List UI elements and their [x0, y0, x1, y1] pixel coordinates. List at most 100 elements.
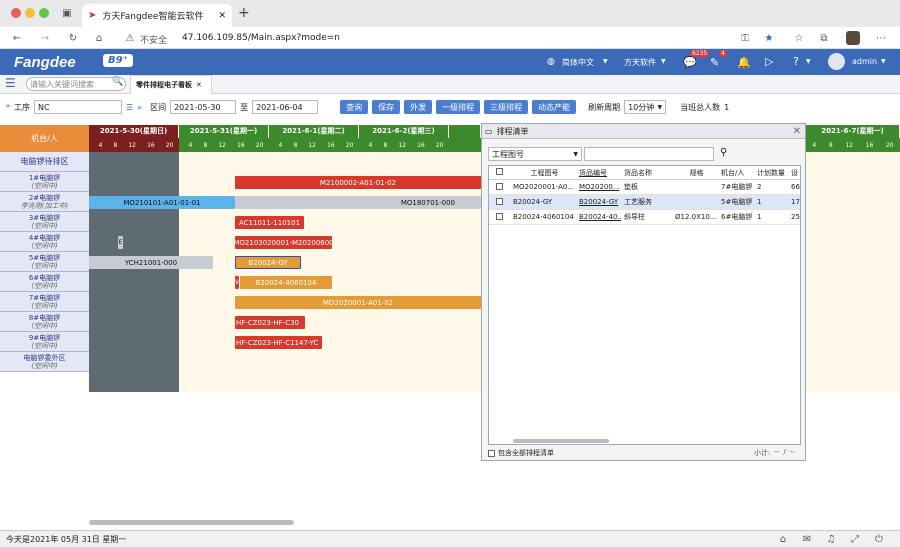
date-from-input[interactable]: 2021-05-30 [170, 100, 237, 114]
filter-select[interactable]: 工程图号 ▼ [488, 147, 582, 161]
maximize-window-dot[interactable] [39, 8, 49, 18]
dynamic-capacity-button[interactable]: 动态产能 [532, 100, 577, 114]
query-button[interactable]: 查询 [340, 100, 369, 114]
collections-icon[interactable]: ⧉ [817, 31, 831, 45]
tab-title: 方天Fangdee智能云软件 [102, 12, 204, 22]
hour-row: 4 8 12 16 20 [806, 138, 900, 152]
row-checkbox[interactable] [496, 182, 503, 190]
subtotal: 小计: -- / -- [754, 448, 795, 457]
schedule-bar[interactable]: MO2020001-A01-02 [235, 296, 481, 309]
expand-icon[interactable]: » [137, 103, 142, 112]
row-label: 2#电脑锣 李克用(加工中) [0, 192, 89, 212]
table-row[interactable]: MO2020001-A0... MO20200... 垫板 7#电脑锣 2 66… [489, 180, 800, 195]
schedule-bar[interactable]: HF-CZ023-HF-C1147-YC [235, 336, 322, 349]
window-icon: ▭ [485, 126, 493, 136]
schedule-bar[interactable]: AC11011-110101 [235, 216, 304, 229]
dialog-titlebar[interactable]: ▭ 排程清单 ✕ [482, 124, 805, 139]
schedule-bar[interactable]: MO2103020001-M20200600 [235, 236, 332, 249]
horizontal-scrollbar[interactable] [89, 520, 294, 525]
hour-row: 4 8 12 16 20 [179, 138, 269, 152]
chevron-down-icon: ▼ [657, 103, 663, 111]
help-icon[interactable]: ? [793, 55, 799, 68]
schedule-bar[interactable]: HF-CZ023-HF-C30 [235, 316, 305, 329]
row-checkbox[interactable] [496, 197, 503, 205]
row-label: 9#电脑锣 (空闲中) [0, 332, 89, 352]
filter-input[interactable] [584, 147, 714, 161]
level1-schedule-button[interactable]: 一级排程 [436, 100, 481, 114]
include-all-checkbox[interactable] [488, 449, 495, 457]
search-input[interactable]: 请输入关键词搜索 [26, 77, 126, 91]
schedule-bar[interactable]: YCH21001-000 [89, 256, 213, 269]
process-input[interactable]: NC [34, 100, 122, 114]
language-select[interactable]: 简体中文 [562, 57, 594, 68]
schedule-bar[interactable]: B20024-4060104 [240, 276, 332, 289]
schedule-bar[interactable]: M2100002-A01-01-02 [235, 176, 481, 189]
schedule-bar[interactable]: MO210101-A01-01-01 [89, 196, 235, 209]
process-label: 工序 [14, 102, 30, 112]
home-icon[interactable]: ⌂ [776, 532, 790, 546]
day-header [449, 125, 481, 138]
fullscreen-icon[interactable]: ⤢ [848, 532, 862, 546]
task-badge: 4 [719, 50, 727, 57]
row-label: 4#电脑锣 (空闲中) [0, 232, 89, 252]
pen-icon[interactable]: ✎ [710, 56, 719, 69]
more-icon[interactable]: ⋯ [874, 31, 888, 45]
schedule-bar[interactable]: B20024-GY [235, 256, 301, 269]
home-icon[interactable]: ⌂ [92, 31, 106, 45]
date-to-input[interactable]: 2021-06-04 [252, 100, 319, 114]
tab-schedule-board[interactable]: 零件排程电子看板 ✕ [130, 75, 212, 94]
reload-icon[interactable]: ↻ [66, 31, 80, 45]
chevron-down-icon: ▼ [661, 58, 666, 65]
close-window-dot[interactable] [11, 8, 21, 18]
day-header: 2021-5-31(星期一) [179, 125, 269, 138]
level3-schedule-button[interactable]: 三级排程 [484, 100, 529, 114]
app-header: Fangdee B9⁺ ◍ 简体中文 ▼ 方天软件 ▼ 💬 6235 ✎ 4 🔔… [0, 49, 900, 75]
user-avatar[interactable] [828, 53, 845, 70]
music-icon[interactable]: ♫ [824, 532, 838, 546]
list-icon[interactable]: ☰ [126, 103, 133, 112]
minimize-window-dot[interactable] [25, 8, 35, 18]
browser-tab[interactable]: ➤ 方天Fangdee智能云软件 ✕ [82, 4, 232, 27]
menu-icon[interactable]: ☰ [5, 76, 16, 90]
power-icon[interactable]: ⏻ [872, 532, 886, 546]
table-row[interactable]: B20024-4060104 B20024-40... 斜导柱 Ø12.0X10… [489, 210, 800, 225]
favicon-icon: ➤ [88, 10, 97, 21]
table-scrollbar[interactable] [513, 439, 609, 443]
table-row[interactable]: B20024-GY B20024-GY 工艺服务 5#电脑锣 1 17稀 [489, 195, 800, 210]
url-field[interactable]: 47.106.109.85/Main.aspx?mode=n [182, 33, 340, 43]
key-icon[interactable]: ⚿ [738, 31, 752, 45]
schedule-bar[interactable]: V [235, 276, 239, 289]
profile-avatar[interactable] [846, 31, 860, 45]
search-icon[interactable]: ⚲ [720, 147, 727, 158]
brand-logo[interactable]: Fangdee [14, 54, 76, 71]
mail-icon[interactable]: ✉ [800, 532, 814, 546]
user-name[interactable]: admin [852, 57, 877, 66]
play-icon[interactable]: ▷ [765, 55, 773, 68]
refresh-select[interactable]: 10分钟 ▼ [624, 100, 667, 114]
select-all-checkbox[interactable] [496, 168, 503, 175]
to-label: 至 [240, 102, 249, 112]
close-icon[interactable]: ✕ [793, 126, 801, 137]
close-tab-icon[interactable]: ✕ [218, 11, 226, 21]
schedule-bar[interactable]: E [118, 236, 123, 249]
row-label: 5#电脑锣 (空闲中) [0, 252, 89, 272]
include-all-option[interactable]: 包含全部排程清单 [488, 448, 554, 458]
tab-overview-icon[interactable]: ▣ [60, 6, 74, 20]
new-tab-icon[interactable]: + [238, 5, 250, 21]
schedule-bar[interactable]: MO180701-000 [235, 196, 481, 209]
save-button[interactable]: 保存 [372, 100, 401, 114]
forward-icon[interactable]: → [38, 31, 52, 45]
close-tab-icon[interactable]: ✕ [196, 81, 202, 89]
past-day-area [89, 152, 179, 392]
day-header: 2021-6-2(星期三) [359, 125, 449, 138]
favorites-list-icon[interactable]: ☆ [792, 31, 806, 45]
outsource-button[interactable]: 外发 [404, 100, 433, 114]
back-icon[interactable]: ← [10, 31, 24, 45]
favorite-star-icon[interactable]: ★ [762, 31, 776, 45]
bell-icon[interactable]: 🔔 [737, 56, 751, 69]
row-checkbox[interactable] [496, 212, 503, 220]
message-icon[interactable]: 💬 [683, 56, 697, 69]
app-menu[interactable]: 方天软件 [624, 57, 656, 68]
chevron-down-icon: ▼ [603, 58, 608, 65]
search-icon[interactable]: 🔍 [112, 77, 123, 87]
